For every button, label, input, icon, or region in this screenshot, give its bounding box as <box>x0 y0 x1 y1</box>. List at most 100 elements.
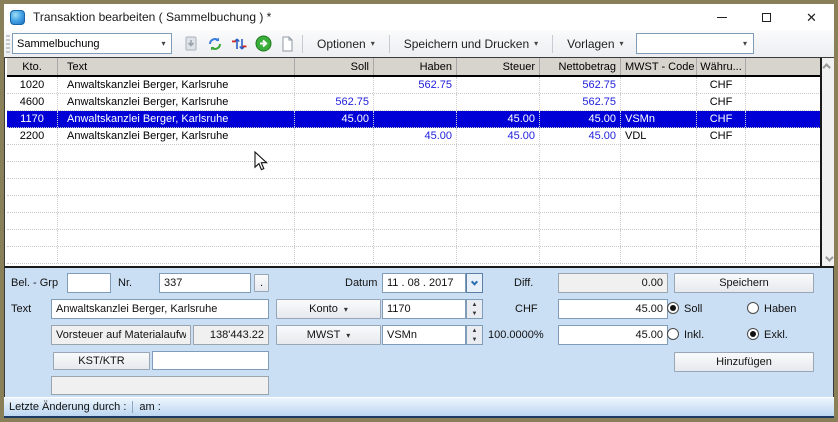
maximize-button[interactable] <box>744 4 789 30</box>
cell-haben[interactable] <box>374 94 457 110</box>
cell-steuer[interactable] <box>457 77 540 93</box>
cell-kto[interactable]: 1020 <box>7 77 58 93</box>
cell-haben[interactable]: 45.00 <box>374 128 457 144</box>
mwst-spinner[interactable]: ▲▼ <box>466 325 483 345</box>
chevron-down-icon: ▾ <box>344 305 348 314</box>
column-header-kto[interactable]: Kto. <box>7 58 58 75</box>
cell-netto[interactable]: 562.75 <box>540 77 621 93</box>
inkl-radio-label[interactable]: Inkl. <box>684 329 704 341</box>
haben-radio[interactable] <box>747 302 759 314</box>
table-row[interactable]: 1020 Anwaltskanzlei Berger, Karlsruhe 56… <box>7 77 823 94</box>
cell-netto[interactable]: 562.75 <box>540 94 621 110</box>
haben-radio-label[interactable]: Haben <box>764 303 796 315</box>
date-picker-button[interactable] <box>466 273 483 293</box>
soll-radio-label[interactable]: Soll <box>684 303 702 315</box>
scroll-up-button[interactable] <box>822 58 834 73</box>
cell-text[interactable]: Anwaltskanzlei Berger, Karlsruhe <box>58 77 295 93</box>
cell-steuer[interactable] <box>457 94 540 110</box>
column-header-haben[interactable]: Haben <box>374 58 457 75</box>
nr-input[interactable] <box>159 273 251 293</box>
cell-mwst[interactable]: VDL <box>621 128 697 144</box>
cell-text[interactable]: Anwaltskanzlei Berger, Karlsruhe <box>58 111 295 127</box>
vorlagen-button[interactable]: Vorlagen ▾ <box>559 33 631 54</box>
cell-text[interactable]: Anwaltskanzlei Berger, Karlsruhe <box>58 94 295 110</box>
chevron-down-icon[interactable]: ▾ <box>738 39 753 48</box>
mwst-select-button[interactable]: MWST▾ <box>276 325 381 345</box>
spin-down-icon[interactable]: ▼ <box>467 309 482 318</box>
speichern-und-drucken-button[interactable]: Speichern und Drucken ▾ <box>396 33 546 54</box>
empty-row[interactable] <box>7 145 823 162</box>
cell-kto[interactable]: 1170 <box>7 111 58 127</box>
cell-text[interactable]: Anwaltskanzlei Berger, Karlsruhe <box>58 128 295 144</box>
scroll-down-button[interactable] <box>822 251 834 266</box>
column-header-waehrung[interactable]: Währu... <box>697 58 746 75</box>
cell-steuer[interactable]: 45.00 <box>457 128 540 144</box>
kst-ktr-button[interactable]: KST/KTR <box>53 352 150 370</box>
column-header-nettobetrag[interactable]: Nettobetrag <box>540 58 621 75</box>
empty-row[interactable] <box>7 213 823 230</box>
dot-button[interactable]: . <box>254 274 269 292</box>
text-input[interactable] <box>51 299 269 319</box>
empty-row[interactable] <box>7 162 823 179</box>
close-button[interactable]: ✕ <box>789 4 834 30</box>
cell-soll[interactable]: 562.75 <box>295 94 374 110</box>
cell-netto[interactable]: 45.00 <box>540 128 621 144</box>
cell-waehrung[interactable]: CHF <box>697 128 746 144</box>
optionen-button[interactable]: Optionen ▾ <box>309 33 383 54</box>
new-document-icon[interactable] <box>278 35 296 53</box>
chevron-down-icon[interactable]: ▾ <box>156 39 171 48</box>
column-header-soll[interactable]: Soll <box>295 58 374 75</box>
konto-select-button[interactable]: Konto▾ <box>276 299 381 319</box>
soll-radio[interactable] <box>667 302 679 314</box>
minimize-button[interactable] <box>699 4 744 30</box>
go-icon[interactable] <box>254 35 272 53</box>
exkl-radio-label[interactable]: Exkl. <box>764 329 788 341</box>
cell-netto[interactable]: 45.00 <box>540 111 621 127</box>
empty-row[interactable] <box>7 247 823 264</box>
empty-row[interactable] <box>7 230 823 247</box>
cell-haben[interactable] <box>374 111 457 127</box>
template-select[interactable]: ▾ <box>636 33 754 54</box>
cell-soll[interactable]: 45.00 <box>295 111 374 127</box>
import-icon[interactable] <box>182 35 200 53</box>
netto-input[interactable] <box>558 325 668 345</box>
konto-spinner[interactable]: ▲▼ <box>466 299 483 319</box>
empty-row[interactable] <box>7 179 823 196</box>
inkl-radio[interactable] <box>667 328 679 340</box>
cell-mwst[interactable]: VSMn <box>621 111 697 127</box>
cell-waehrung[interactable]: CHF <box>697 94 746 110</box>
konto-input[interactable] <box>382 299 466 319</box>
cell-haben[interactable]: 562.75 <box>374 77 457 93</box>
datum-input[interactable] <box>382 273 466 293</box>
hinzufuegen-button[interactable]: Hinzufügen <box>674 352 814 372</box>
column-header-mwst-code[interactable]: MWST - Code <box>621 58 697 75</box>
speichern-button[interactable]: Speichern <box>674 273 814 293</box>
refresh-icon[interactable] <box>206 35 224 53</box>
exkl-radio[interactable] <box>747 328 759 340</box>
table-row[interactable]: 2200 Anwaltskanzlei Berger, Karlsruhe 45… <box>7 128 823 145</box>
cell-soll[interactable] <box>295 128 374 144</box>
cell-soll[interactable] <box>295 77 374 93</box>
spin-up-icon[interactable]: ▲ <box>467 300 482 309</box>
cell-waehrung[interactable]: CHF <box>697 111 746 127</box>
cell-mwst[interactable] <box>621 94 697 110</box>
spin-up-icon[interactable]: ▲ <box>467 326 482 335</box>
bel-grp-input[interactable] <box>67 273 111 293</box>
table-row-selected[interactable]: 1170 Anwaltskanzlei Berger, Karlsruhe 45… <box>7 111 823 128</box>
cell-waehrung[interactable]: CHF <box>697 77 746 93</box>
adjust-columns-icon[interactable] <box>230 35 248 53</box>
column-header-steuer[interactable]: Steuer <box>457 58 540 75</box>
cell-kto[interactable]: 4600 <box>7 94 58 110</box>
cell-mwst[interactable] <box>621 77 697 93</box>
betrag-input[interactable] <box>558 299 668 319</box>
column-header-text[interactable]: Text <box>58 58 295 75</box>
cell-steuer[interactable]: 45.00 <box>457 111 540 127</box>
mwst-code-input[interactable] <box>382 325 466 345</box>
empty-row[interactable] <box>7 196 823 213</box>
vertical-scrollbar[interactable] <box>820 58 834 266</box>
kst-ktr-input[interactable] <box>152 351 269 370</box>
table-row[interactable]: 4600 Anwaltskanzlei Berger, Karlsruhe 56… <box>7 94 823 111</box>
cell-kto[interactable]: 2200 <box>7 128 58 144</box>
booking-type-select[interactable]: Sammelbuchung ▾ <box>12 33 172 54</box>
spin-down-icon[interactable]: ▼ <box>467 335 482 344</box>
